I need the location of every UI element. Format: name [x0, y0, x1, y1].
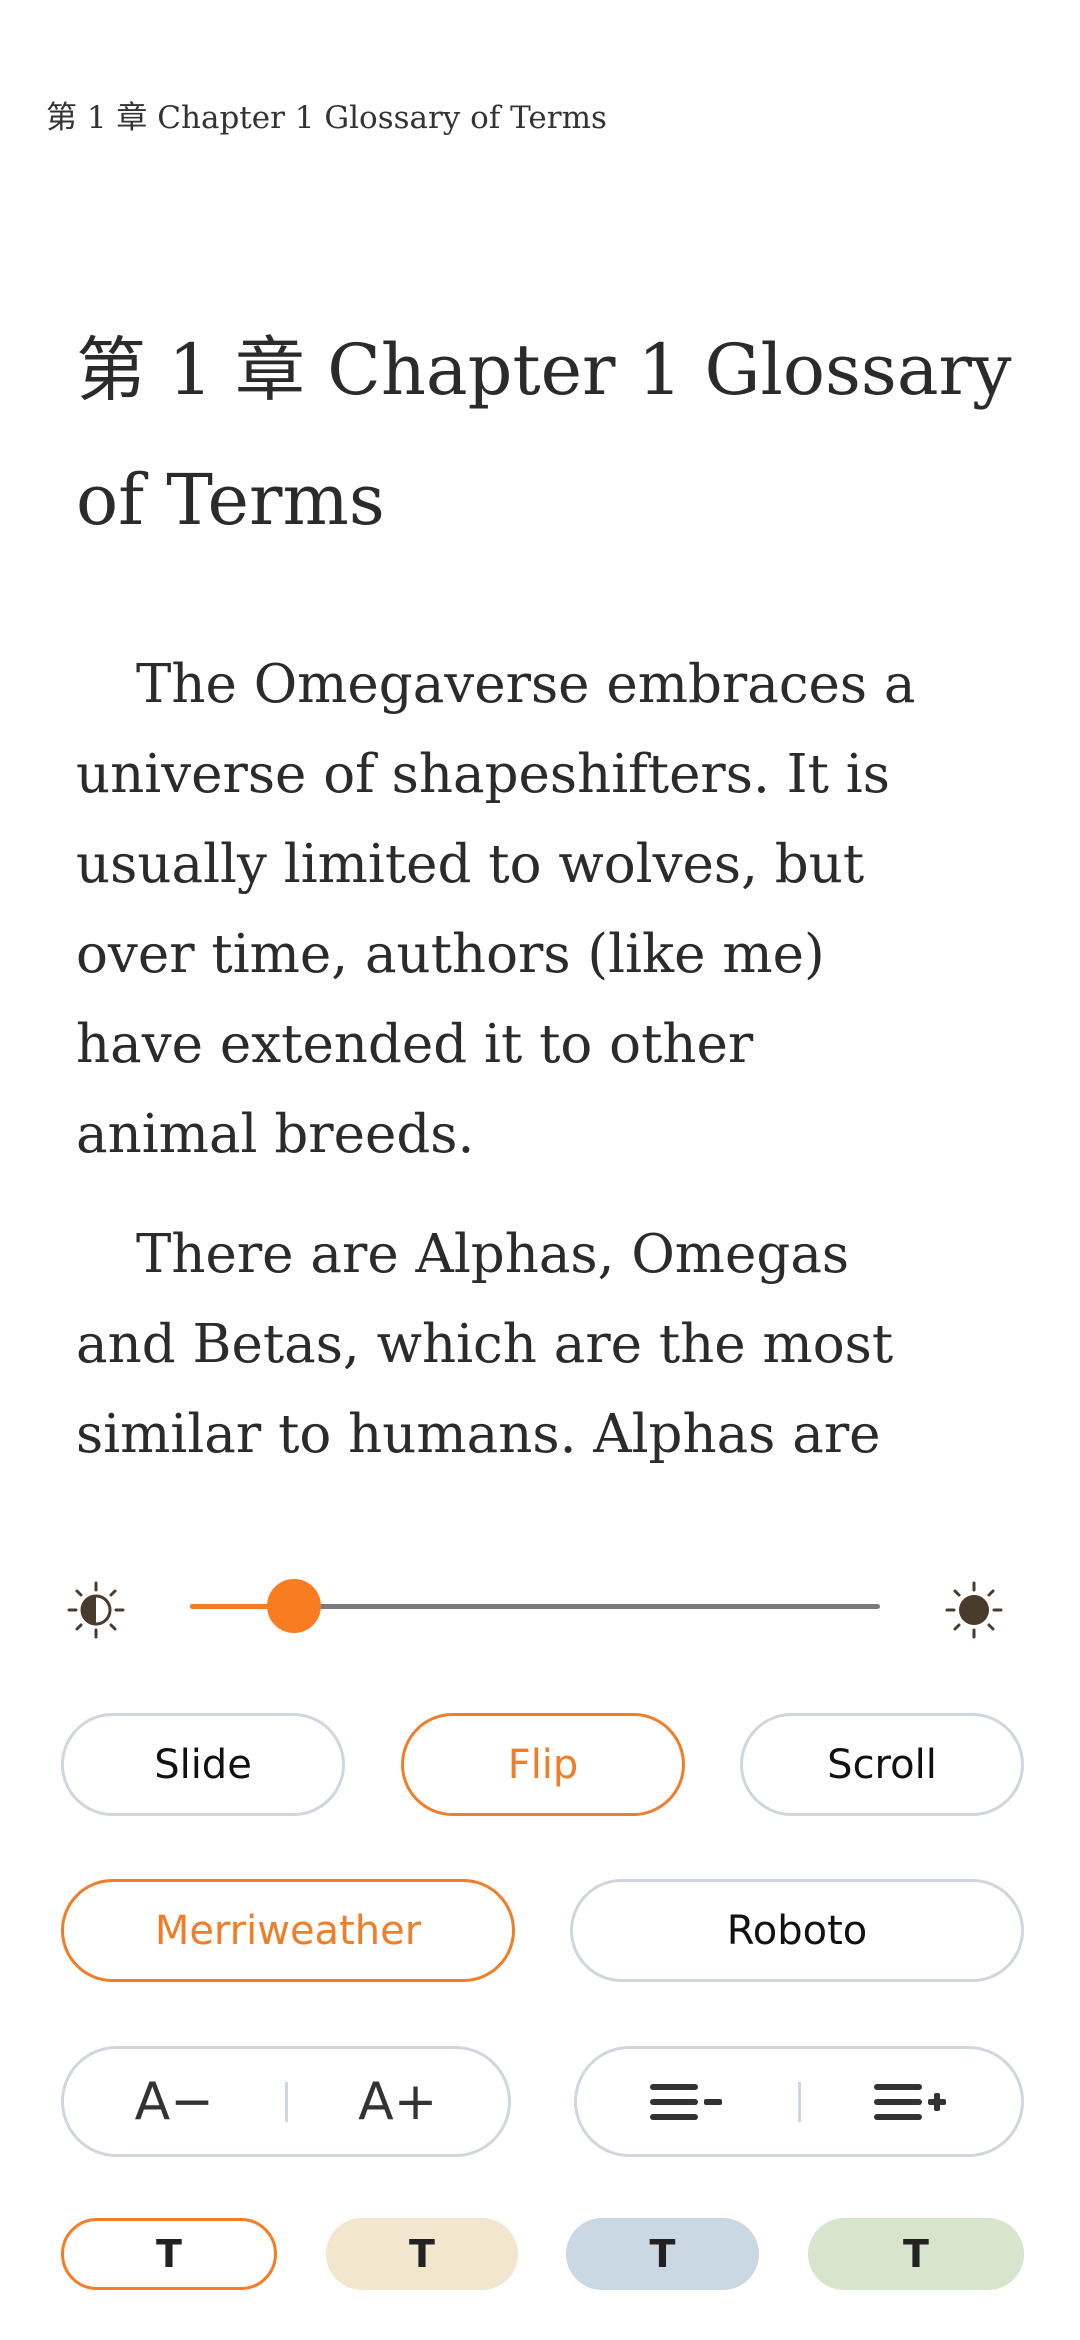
chapter-title: 第 1 章 Chapter 1 Glossary of Terms — [76, 305, 1036, 565]
font-merriweather-button[interactable]: Merriweather — [61, 1879, 515, 1982]
line-spacing-decrease-icon — [650, 2083, 723, 2120]
text-line: universe of shapeshifters. It is — [76, 744, 890, 805]
text-line: There are Alphas, Omegas — [136, 1224, 850, 1285]
text-line: have extended it to other — [76, 1014, 754, 1075]
brightness-control — [0, 1560, 1080, 1650]
theme-white-button[interactable]: T — [61, 2218, 277, 2290]
font-size-decrease-button[interactable]: A− — [64, 2072, 285, 2132]
brightness-slider[interactable] — [190, 1579, 880, 1633]
line-spacing-increase-button[interactable] — [801, 2082, 1022, 2122]
page-mode-scroll-button[interactable]: Scroll — [740, 1713, 1024, 1816]
paragraph: There are Alphas, Omegas and Betas, whic… — [76, 1210, 1056, 1480]
title-line: 第 1 章 Chapter 1 Glossary — [76, 329, 1012, 411]
theme-blue-button[interactable]: T — [566, 2218, 759, 2290]
line-spacing-control — [574, 2046, 1024, 2157]
font-size-increase-button[interactable]: A+ — [288, 2072, 509, 2132]
theme-green-button[interactable]: T — [808, 2218, 1024, 2290]
font-size-control: A− A+ — [61, 2046, 511, 2157]
text-line: The Omegaverse embraces a — [136, 654, 916, 715]
brightness-high-icon — [945, 1581, 1003, 1639]
page-mode-slide-button[interactable]: Slide — [61, 1713, 345, 1816]
theme-sepia-button[interactable]: T — [326, 2218, 518, 2290]
brightness-low-icon — [67, 1581, 125, 1639]
chapter-header: 第 1 章 Chapter 1 Glossary of Terms — [46, 100, 607, 136]
line-spacing-decrease-button[interactable] — [577, 2082, 798, 2122]
font-roboto-button[interactable]: Roboto — [570, 1879, 1024, 1982]
page-mode-flip-button[interactable]: Flip — [401, 1713, 685, 1816]
text-line: animal breeds. — [76, 1104, 475, 1165]
text-line: over time, authors (like me) — [76, 924, 825, 985]
line-spacing-increase-icon — [873, 2083, 946, 2120]
text-line: similar to humans. Alphas are — [76, 1404, 881, 1465]
title-line: of Terms — [76, 459, 385, 541]
text-line: usually limited to wolves, but — [76, 834, 865, 895]
brightness-slider-thumb[interactable] — [266, 1579, 321, 1633]
text-line: and Betas, which are the most — [76, 1314, 894, 1375]
chapter-body: The Omegaverse embraces a universe of sh… — [76, 640, 1056, 1500]
paragraph: The Omegaverse embraces a universe of sh… — [76, 640, 1056, 1180]
